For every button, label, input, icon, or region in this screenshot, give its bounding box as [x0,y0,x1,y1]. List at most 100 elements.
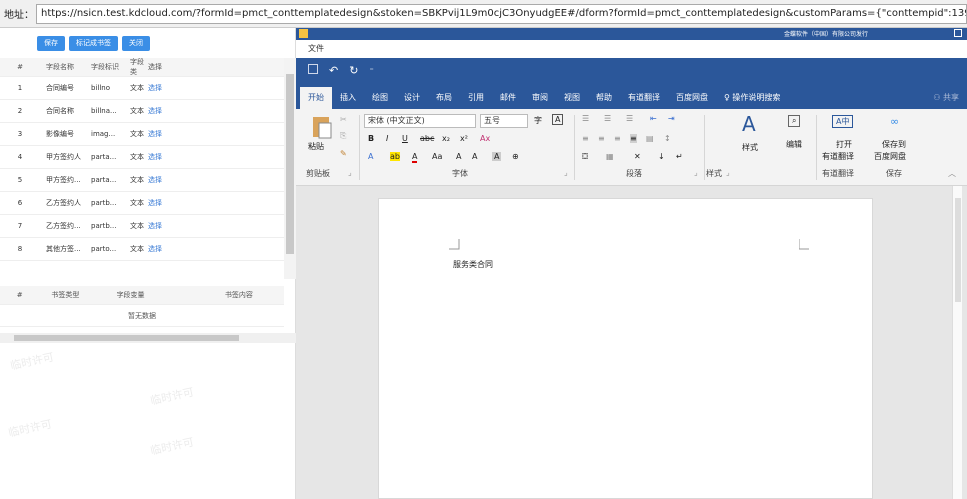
borders-icon[interactable]: ▦ [606,152,614,161]
horizontal-scrollbar[interactable] [0,333,296,343]
tab-layout[interactable]: 布局 [428,87,460,109]
format-painter-icon[interactable]: ✎ [340,149,347,158]
url-input[interactable]: https://nsicn.test.kdcloud.com/?formId=p… [36,3,967,24]
mark-bookmark-button[interactable]: 标记成书签 [69,35,118,51]
font-size-select[interactable]: 五号 [480,114,528,128]
save-button[interactable]: 保存 [37,35,65,51]
paste-icon[interactable] [310,114,332,142]
baidu-icon[interactable]: ∞ [890,115,899,128]
select-link[interactable]: 选择 [148,129,188,139]
select-link[interactable]: 选择 [148,83,188,93]
clipboard-launcher-icon[interactable]: ⌟ [348,168,352,177]
close-button[interactable]: 关闭 [122,35,150,51]
char-shading-icon[interactable]: A [492,152,502,161]
tab-mailings[interactable]: 邮件 [492,87,524,109]
document-page[interactable]: 服务类合同 [378,198,873,499]
collapse-ribbon-icon[interactable]: ︿ [948,168,956,179]
document-scroll-thumb[interactable] [955,198,961,302]
font-name-select[interactable]: 宋体 (中文正文) [364,114,476,128]
document-text[interactable]: 服务类合同 [453,259,493,270]
underline-icon[interactable]: U [402,134,408,143]
tab-baidu[interactable]: 百度网盘 [668,87,716,109]
window-icon[interactable] [954,29,962,39]
change-case-icon[interactable]: Aa [432,152,442,161]
redo-icon[interactable]: ↻ [349,64,358,77]
grow-font-icon[interactable]: A [456,152,461,161]
word-title-bar: 金蝶软件（中国）有限公司发行 [296,28,967,40]
select-link[interactable]: 选择 [148,152,188,162]
select-link[interactable]: 选择 [148,175,188,185]
subscript-icon[interactable]: x₂ [442,134,450,143]
tab-design[interactable]: 设计 [396,87,428,109]
styles-icon[interactable]: A [742,112,756,136]
highlight-icon[interactable]: ab [390,152,400,161]
align-right-icon[interactable]: ≡ [614,134,621,143]
tab-search[interactable]: ♀ 操作说明搜索 [716,87,788,109]
bold-icon[interactable]: B [368,134,374,143]
horizontal-scroll-thumb[interactable] [14,335,239,341]
styles-button[interactable]: 样式 [742,142,758,153]
select-link[interactable]: 选择 [148,106,188,116]
cut-icon[interactable]: ✂ [340,115,347,124]
char-border-icon[interactable]: A [552,114,564,125]
tab-draw[interactable]: 绘图 [364,87,396,109]
bookmark-table-header: # 书签类型 字段变量 书签内容 [0,286,284,305]
align-left-icon[interactable]: ≡ [582,134,589,143]
edit-button[interactable]: 编辑 [786,139,802,150]
increase-indent-icon[interactable]: ⇥ [668,114,675,123]
chinese-layout-icon[interactable]: ✕ [634,152,641,161]
bullets-icon[interactable]: ☰ [582,114,589,123]
numbering-icon[interactable]: ☰ [604,114,611,123]
tab-youdao[interactable]: 有道翻译 [620,87,668,109]
distributed-icon[interactable]: ▤ [646,134,654,143]
youdao-translate-button[interactable]: 有道翻译 [822,151,854,162]
tab-help[interactable]: 帮助 [588,87,620,109]
field-table-scrollbar[interactable] [284,58,296,279]
undo-icon[interactable]: ↶ [329,64,338,77]
show-marks-icon[interactable]: ↵ [676,152,683,161]
justify-icon[interactable]: ≡ [630,134,637,143]
customize-icon[interactable]: ⁼ [369,66,373,75]
text-effects-icon[interactable]: A [368,152,373,161]
enclose-char-icon[interactable]: ⊕ [512,152,519,161]
document-scrollbar[interactable] [952,186,962,499]
select-link[interactable]: 选择 [148,221,188,231]
font-color-icon[interactable]: A [412,152,418,163]
paragraph-launcher-icon[interactable]: ⌟ [694,168,698,177]
select-link[interactable]: 选择 [148,198,188,208]
decrease-indent-icon[interactable]: ⇤ [650,114,657,123]
superscript-icon[interactable]: x² [460,134,468,143]
save-icon[interactable] [308,64,318,77]
tab-review[interactable]: 审阅 [524,87,556,109]
shrink-font-icon[interactable]: A [472,152,477,161]
left-toolbar: 保存 标记成书签 关闭 [0,28,295,58]
baidu-netdisk-button[interactable]: 百度网盘 [874,151,906,162]
sort-icon[interactable]: ↓ [658,152,665,161]
paste-button[interactable]: 粘贴 [308,141,324,152]
copy-icon[interactable]: ⎘ [340,131,346,141]
save-to-button[interactable]: 保存到 [882,139,906,150]
tab-insert[interactable]: 插入 [332,87,364,109]
field-table-scroll-thumb[interactable] [286,74,294,254]
italic-icon[interactable]: I [386,134,388,143]
shading-icon[interactable]: ⛋ [582,152,588,162]
file-menu[interactable]: 文件 [296,40,967,58]
translate-icon[interactable]: A中 [832,115,854,128]
field-name: 甲方签约人 [46,153,81,161]
multilevel-list-icon[interactable]: ☰ [626,114,633,123]
select-link[interactable]: 选择 [148,244,188,254]
phonetic-icon[interactable]: 字 [534,115,542,126]
tab-view[interactable]: 视图 [556,87,588,109]
strikethrough-icon[interactable]: abc [420,134,434,143]
tab-references[interactable]: 引用 [460,87,492,109]
align-center-icon[interactable]: ≡ [598,134,605,143]
open-button[interactable]: 打开 [836,139,852,150]
font-launcher-icon[interactable]: ⌟ [564,168,568,177]
line-spacing-icon[interactable]: ↕ [664,134,671,143]
styles-launcher-icon[interactable]: ⌟ [726,168,730,177]
clear-format-icon[interactable]: Ax [480,134,490,143]
search-icon[interactable]: ⌕ [788,115,801,127]
share-button[interactable]: ⚇ 共享 [925,87,967,109]
watermark: 临时许可 [149,435,195,458]
tab-home[interactable]: 开始 [300,87,332,109]
